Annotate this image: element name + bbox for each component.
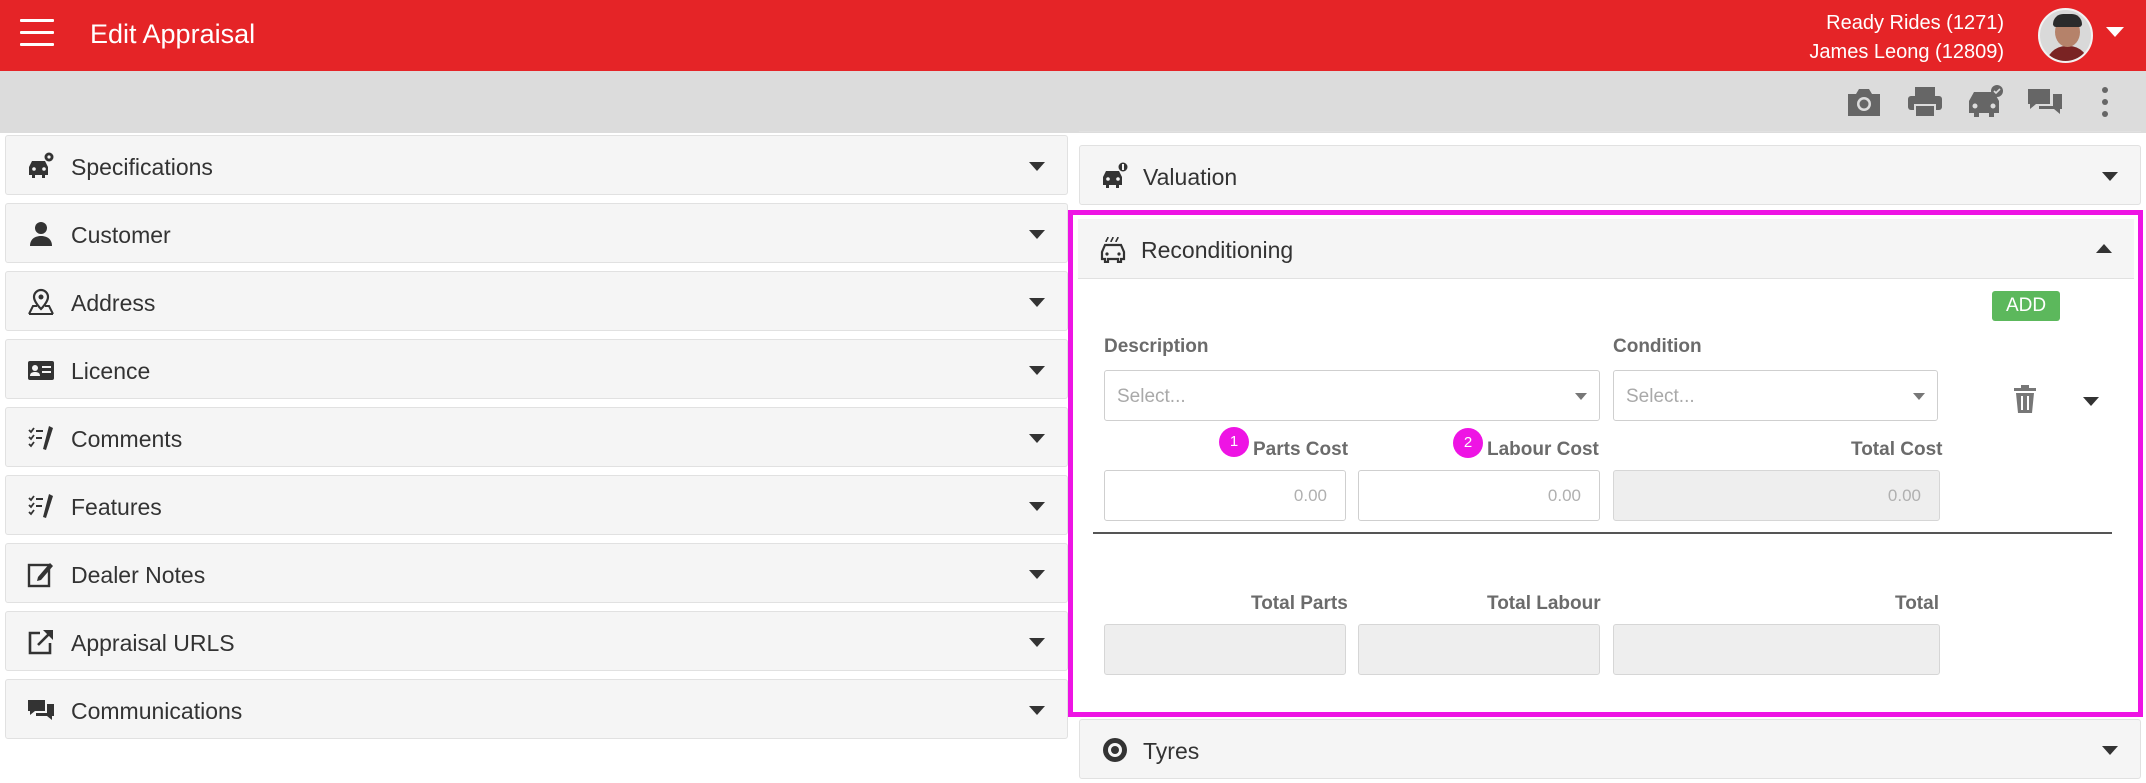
panel-address[interactable]: Address — [5, 271, 1068, 331]
panel-dealer-notes[interactable]: Dealer Notes — [5, 543, 1068, 603]
page-title: Edit Appraisal — [90, 19, 256, 49]
id-card-icon — [28, 361, 54, 380]
total-label: Total — [1895, 593, 1939, 614]
panel-label: Reconditioning — [1141, 237, 1294, 263]
panel-comments[interactable]: Comments — [5, 407, 1068, 467]
map-pin-icon — [28, 288, 54, 315]
panel-licence[interactable]: Licence — [5, 339, 1068, 399]
chat-icon — [28, 700, 54, 720]
chevron-down-icon — [1029, 502, 1045, 511]
divider — [1079, 131, 2141, 132]
print-icon[interactable] — [1905, 85, 1945, 119]
chevron-down-icon — [1029, 570, 1045, 579]
add-button[interactable]: ADD — [1992, 291, 2060, 321]
parts-cost-input[interactable]: 0.00 — [1104, 470, 1346, 521]
total-labour-field — [1358, 624, 1600, 675]
panel-label: Communications — [71, 698, 243, 724]
left-accordion: Specifications Customer Address Licence … — [5, 135, 1068, 747]
external-link-icon — [28, 630, 53, 655]
chevron-down-icon — [1029, 706, 1045, 715]
checklist-pen-icon — [28, 426, 53, 450]
panel-label: Tyres — [1143, 738, 1200, 764]
reconditioning-panel: Reconditioning ADD Description Condition… — [1068, 210, 2143, 717]
total-labour-label: Total Labour — [1487, 593, 1601, 614]
total-field — [1613, 624, 1940, 675]
chevron-down-icon — [1029, 230, 1045, 239]
panel-label: Address — [71, 290, 156, 316]
condition-select[interactable]: Select... — [1613, 370, 1938, 421]
panel-tyres[interactable]: Tyres — [1079, 719, 2141, 779]
dealer-name: Ready Rides (1271) — [1826, 12, 2004, 34]
toolbar — [0, 71, 2146, 133]
top-app-bar: Edit Appraisal Ready Rides (1271) James … — [0, 0, 2146, 71]
panel-reconditioning[interactable]: Reconditioning — [1078, 219, 2134, 279]
panel-label: Comments — [71, 426, 183, 452]
description-placeholder: Select... — [1117, 386, 1186, 407]
user-name: James Leong (12809) — [1809, 41, 2004, 63]
camera-icon[interactable] — [1844, 85, 1884, 119]
chevron-down-icon — [1913, 393, 1925, 400]
chevron-down-icon — [2102, 746, 2118, 755]
user-info: Ready Rides (1271) James Leong (12809) — [1809, 9, 2004, 67]
panel-specifications[interactable]: Specifications — [5, 135, 1068, 195]
chevron-down-icon — [1029, 366, 1045, 375]
total-parts-field — [1104, 624, 1346, 675]
checklist-pen-icon — [28, 494, 53, 518]
chevron-up-icon — [2096, 244, 2112, 253]
more-vert-icon[interactable] — [2095, 85, 2115, 119]
divider — [1093, 532, 2112, 534]
hamburger-menu-icon[interactable] — [20, 19, 54, 49]
panel-appraisal-urls[interactable]: Appraisal URLS — [5, 611, 1068, 671]
step-badge-1: 1 — [1219, 427, 1249, 457]
chevron-down-icon — [1575, 393, 1587, 400]
chevron-down-icon — [1029, 298, 1045, 307]
chevron-down-icon — [1029, 638, 1045, 647]
tyre-icon — [1103, 738, 1127, 762]
panel-label: Specifications — [71, 154, 213, 180]
panel-label: Appraisal URLS — [71, 630, 235, 656]
total-parts-label: Total Parts — [1251, 593, 1348, 614]
step-badge-2: 2 — [1453, 428, 1483, 458]
condition-label: Condition — [1613, 336, 1702, 357]
trash-icon[interactable] — [2013, 384, 2037, 414]
panel-features[interactable]: Features — [5, 475, 1068, 535]
car-check-icon[interactable] — [1965, 85, 2005, 119]
chevron-down-icon — [2102, 172, 2118, 181]
row-chevron-down-icon[interactable] — [2083, 397, 2099, 406]
labour-cost-label: Labour Cost — [1487, 439, 1599, 460]
labour-cost-input[interactable]: 0.00 — [1358, 470, 1600, 521]
panel-label: Dealer Notes — [71, 562, 206, 588]
panel-label: Licence — [71, 358, 151, 384]
description-select[interactable]: Select... — [1104, 370, 1600, 421]
panel-label: Valuation — [1143, 164, 1238, 190]
person-icon — [30, 222, 52, 246]
total-cost-label: Total Cost — [1851, 439, 1943, 460]
total-cost-field: 0.00 — [1613, 470, 1940, 521]
avatar[interactable] — [2038, 8, 2093, 63]
panel-label: Features — [71, 494, 162, 520]
condition-placeholder: Select... — [1626, 386, 1695, 407]
chat-icon[interactable] — [2025, 85, 2065, 119]
user-menu-chevron-down-icon[interactable] — [2106, 27, 2124, 37]
car-dollar-icon — [1103, 162, 1128, 188]
parts-cost-label: Parts Cost — [1253, 439, 1349, 460]
chevron-down-icon — [1029, 434, 1045, 443]
edit-note-icon — [27, 563, 53, 588]
car-wash-icon — [1100, 236, 1126, 263]
panel-customer[interactable]: Customer — [5, 203, 1068, 263]
chevron-down-icon — [1029, 162, 1045, 171]
car-gear-icon — [29, 152, 54, 178]
panel-communications[interactable]: Communications — [5, 679, 1068, 739]
panel-valuation[interactable]: Valuation — [1079, 145, 2141, 205]
description-label: Description — [1104, 336, 1209, 357]
panel-label: Customer — [71, 222, 171, 248]
